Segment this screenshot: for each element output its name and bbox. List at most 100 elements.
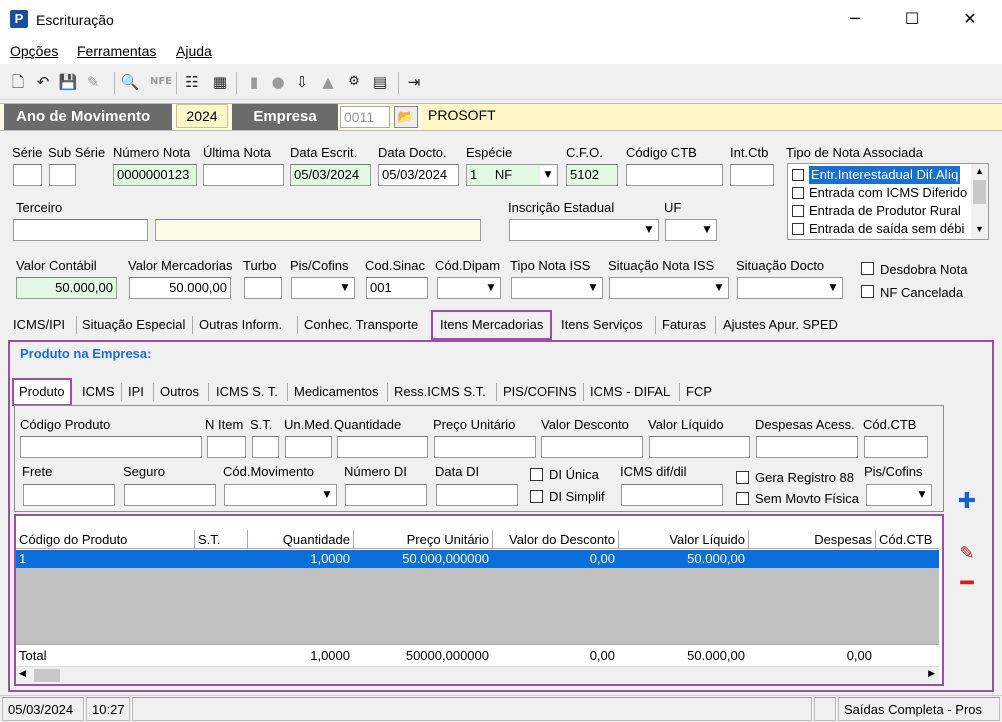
- tab-itens-servicos[interactable]: Itens Serviços: [561, 313, 643, 337]
- chevron-down-icon[interactable]: ▼: [585, 279, 601, 297]
- subtab-fcp[interactable]: FCP: [686, 381, 712, 403]
- especie-select[interactable]: 1 NF ▼: [466, 164, 558, 186]
- preco-unitario-field[interactable]: [434, 436, 536, 458]
- remove-item-button[interactable]: ━: [953, 572, 981, 598]
- un-med-field[interactable]: [285, 436, 332, 458]
- list-item[interactable]: Entrada de saída sem débi: [791, 220, 969, 238]
- pis-cofins-produto-select[interactable]: ▼: [866, 484, 932, 506]
- menu-opcoes[interactable]: Opções: [10, 43, 58, 59]
- numero-nota-field[interactable]: 0000000123: [113, 164, 197, 186]
- desdobra-nota-checkbox[interactable]: [861, 262, 874, 275]
- cod-ctb-field[interactable]: [864, 436, 928, 458]
- tab-icms-ipi[interactable]: ICMS/IPI: [13, 313, 65, 337]
- subtab-ipi[interactable]: IPI: [128, 381, 144, 403]
- chevron-down-icon[interactable]: ▼: [914, 486, 930, 504]
- chevron-down-icon[interactable]: ▼: [641, 221, 657, 239]
- sem-movto-checkbox[interactable]: [736, 492, 749, 505]
- subtab-icms-st[interactable]: ICMS S. T.: [216, 381, 278, 403]
- col-cod-ctb[interactable]: Cód.CTB: [876, 530, 939, 549]
- col-preco-unitario[interactable]: Preço Unitário: [354, 530, 492, 549]
- save-icon[interactable]: 💾: [58, 72, 78, 92]
- data-escrit-field[interactable]: 05/03/2024: [290, 164, 371, 186]
- valor-liquido-field[interactable]: [649, 436, 750, 458]
- exit-icon[interactable]: ⇥: [404, 72, 424, 92]
- gera-registro-checkbox[interactable]: [736, 471, 749, 484]
- subtab-medicamentos[interactable]: Medicamentos: [294, 381, 379, 403]
- list-item[interactable]: Entrada com ICMS Diferido: [791, 184, 969, 202]
- tipo-nota-listbox[interactable]: Entr.Interestadual Dif.Alíq Entrada com …: [787, 163, 989, 240]
- di-simplif-checkbox[interactable]: [530, 490, 543, 503]
- subtab-outros[interactable]: Outros: [160, 381, 199, 403]
- download-icon[interactable]: ⇩: [292, 72, 312, 92]
- valor-mercadorias-field[interactable]: 50.000,00: [129, 277, 231, 299]
- folder-icon[interactable]: ▮: [244, 72, 264, 92]
- uf-select[interactable]: ▼: [665, 219, 717, 241]
- delete-icon[interactable]: ✎: [83, 72, 103, 92]
- di-unica-checkbox[interactable]: [530, 468, 543, 481]
- data-docto-field[interactable]: 05/03/2024: [378, 164, 459, 186]
- undo-icon[interactable]: ↶: [33, 72, 53, 92]
- n-item-field[interactable]: [207, 436, 246, 458]
- apple-icon[interactable]: ●: [268, 72, 288, 92]
- quantidade-field[interactable]: [337, 436, 428, 458]
- cfo-field[interactable]: 5102: [566, 164, 618, 186]
- tab-outras-inform[interactable]: Outras Inform.: [199, 313, 282, 337]
- tab-ajustes-apur-sped[interactable]: Ajustes Apur. SPED: [723, 313, 838, 337]
- house-icon[interactable]: ▲: [318, 72, 338, 92]
- add-item-button[interactable]: ✚: [953, 490, 981, 516]
- frete-field[interactable]: [23, 484, 115, 506]
- nf-cancelada-checkbox[interactable]: [861, 285, 874, 298]
- despesas-acess-field[interactable]: [756, 436, 858, 458]
- tab-conhec-transporte[interactable]: Conhec. Transporte: [304, 313, 418, 337]
- situacao-nota-iss-select[interactable]: ▼: [609, 277, 729, 299]
- menu-ajuda[interactable]: Ajuda: [176, 43, 212, 59]
- terceiro-code-field[interactable]: [13, 219, 148, 241]
- nfe-icon[interactable]: NFE: [150, 72, 172, 92]
- checkbox[interactable]: [792, 223, 804, 235]
- maximize-icon[interactable]: ☐: [902, 8, 922, 30]
- print-preview-icon[interactable]: 🔍: [120, 72, 140, 92]
- seguro-field[interactable]: [124, 484, 216, 506]
- cod-dipam-select[interactable]: ▼: [437, 277, 501, 299]
- subtab-icms[interactable]: ICMS: [82, 381, 115, 403]
- sub-serie-field[interactable]: [49, 164, 76, 186]
- subtab-ress-icms-st[interactable]: Ress.ICMS S.T.: [394, 381, 486, 403]
- numero-di-field[interactable]: [345, 484, 427, 506]
- tab-faturas[interactable]: Faturas: [662, 313, 706, 337]
- col-quantidade[interactable]: Quantidade: [248, 530, 353, 549]
- turbo-field[interactable]: [244, 277, 282, 299]
- col-valor-liquido[interactable]: Valor Líquido: [619, 530, 748, 549]
- empresa-code-field[interactable]: 0011: [340, 106, 390, 128]
- col-st[interactable]: S.T.: [195, 530, 247, 549]
- chevron-left-icon[interactable]: ◀: [19, 669, 26, 679]
- col-valor-desconto[interactable]: Valor do Desconto: [493, 530, 618, 549]
- new-document-icon[interactable]: 🗋: [8, 72, 28, 92]
- chevron-down-icon[interactable]: ▼: [711, 279, 727, 297]
- chevron-down-icon[interactable]: ▼: [483, 279, 499, 297]
- valor-desconto-field[interactable]: [541, 436, 643, 458]
- col-despesas[interactable]: Despesas: [749, 530, 875, 549]
- cod-sinac-field[interactable]: 001: [366, 277, 428, 299]
- tree-icon[interactable]: ☷: [182, 72, 202, 92]
- checkbox[interactable]: [792, 169, 804, 181]
- subtab-produto[interactable]: Produto: [12, 378, 72, 406]
- list-item[interactable]: Entrada de Produtor Rural: [791, 202, 969, 220]
- st-field[interactable]: [252, 436, 279, 458]
- cib-icon[interactable]: ⚙: [344, 72, 364, 92]
- ultima-nota-field[interactable]: [203, 164, 284, 186]
- tab-itens-mercadorias[interactable]: Itens Mercadorias: [431, 310, 553, 340]
- ano-movimento-field[interactable]: 2024: [176, 104, 228, 128]
- checkbox[interactable]: [792, 205, 804, 217]
- chevron-down-icon[interactable]: ▼: [975, 224, 984, 234]
- pis-cofins-select[interactable]: ▼: [291, 277, 355, 299]
- calculator-icon[interactable]: ▦: [210, 72, 230, 92]
- listbox-scrollbar[interactable]: ▲ ▼: [971, 164, 988, 239]
- chevron-down-icon[interactable]: ▼: [337, 279, 353, 297]
- close-icon[interactable]: ✕: [960, 8, 980, 30]
- inscricao-estadual-select[interactable]: ▼: [509, 219, 659, 241]
- minimize-icon[interactable]: ─: [845, 8, 865, 30]
- chevron-down-icon[interactable]: ▼: [699, 221, 715, 239]
- situacao-docto-select[interactable]: ▼: [737, 277, 843, 299]
- checkbox[interactable]: [792, 187, 804, 199]
- int-ctb-field[interactable]: [730, 164, 774, 186]
